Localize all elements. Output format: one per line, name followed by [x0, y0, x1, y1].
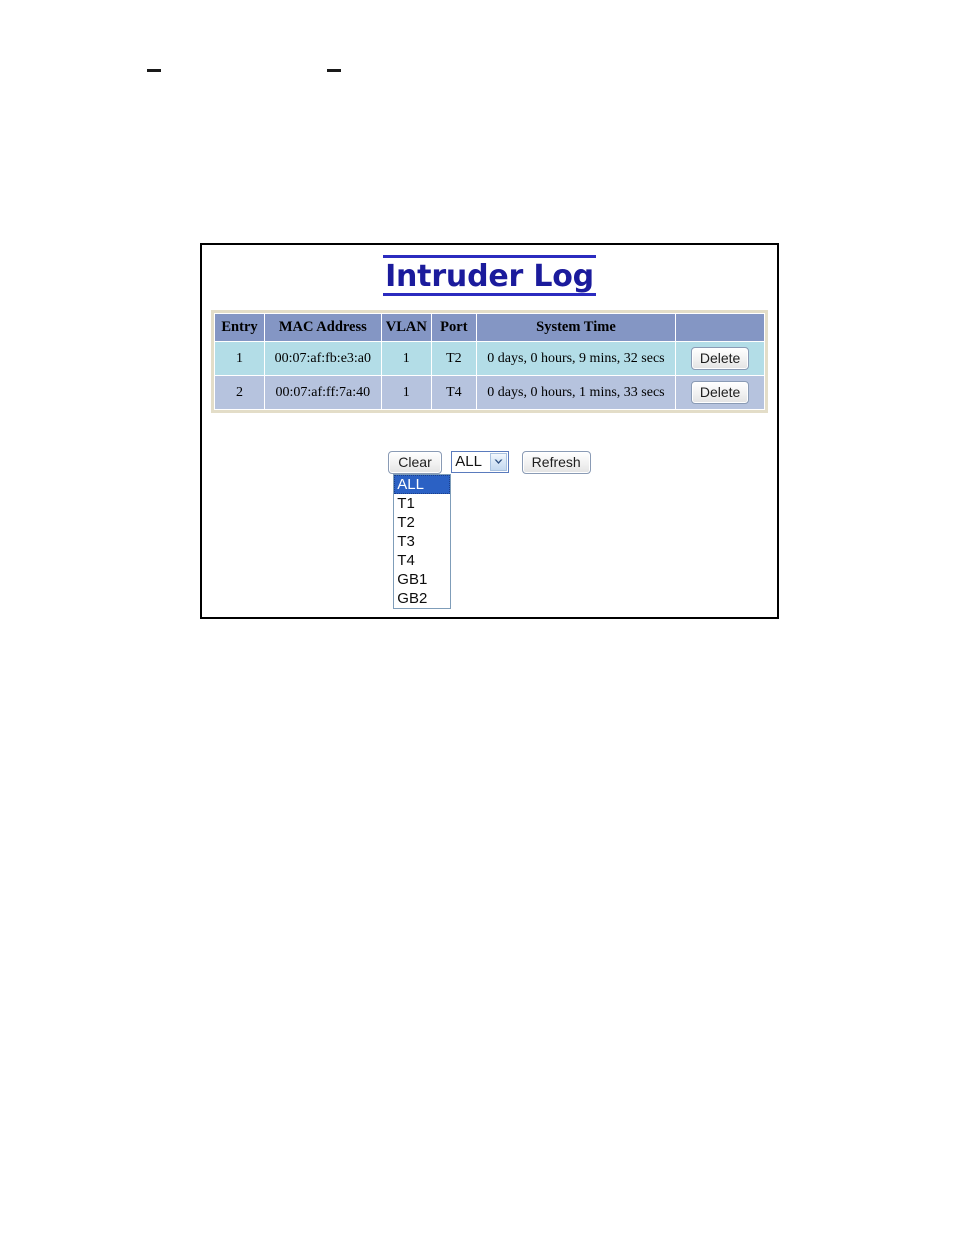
table-header: Entry MAC Address VLAN Port System Time [213, 313, 765, 342]
intruder-log-table-container: Entry MAC Address VLAN Port System Time … [211, 310, 768, 413]
table-row: 1 00:07:af:fb:e3:a0 1 T2 0 days, 0 hours… [213, 341, 765, 376]
cell-vlan: 1 [380, 375, 432, 410]
controls-group: Clear ALL Refresh ALL T1 T2 T3 T4 GB1 GB… [388, 451, 591, 609]
delete-button[interactable]: Delete [690, 381, 750, 404]
column-header-entry: Entry [213, 313, 266, 342]
column-header-system-time: System Time [475, 313, 677, 342]
cell-system-time: 0 days, 0 hours, 1 mins, 33 secs [475, 375, 677, 410]
column-header-port: Port [430, 313, 477, 342]
intruder-log-table: Entry MAC Address VLAN Port System Time … [213, 313, 765, 410]
cell-vlan: 1 [380, 341, 432, 376]
cell-port: T2 [430, 341, 477, 376]
table-body: 1 00:07:af:fb:e3:a0 1 T2 0 days, 0 hours… [213, 341, 765, 410]
port-option-t1[interactable]: T1 [394, 494, 450, 513]
delete-button[interactable]: Delete [690, 347, 750, 370]
chevron-down-icon[interactable] [490, 453, 508, 471]
cell-entry: 1 [213, 341, 266, 376]
port-option-t4[interactable]: T4 [394, 551, 450, 570]
column-header-action [675, 313, 765, 342]
refresh-button[interactable]: Refresh [521, 451, 591, 474]
intruder-log-panel: Intruder Log Entry MAC Address VLAN Port… [200, 243, 779, 619]
port-option-t2[interactable]: T2 [394, 513, 450, 532]
column-header-vlan: VLAN [380, 313, 432, 342]
cell-entry: 2 [213, 375, 266, 410]
top-dash-mark-right [327, 69, 341, 72]
cell-action: Delete [675, 375, 765, 410]
port-option-gb2[interactable]: GB2 [394, 589, 450, 608]
page-title: Intruder Log [383, 255, 596, 296]
cell-mac-address: 00:07:af:ff:7a:40 [264, 375, 382, 410]
port-filter-option-list[interactable]: ALL T1 T2 T3 T4 GB1 GB2 [393, 474, 452, 609]
cell-mac-address: 00:07:af:fb:e3:a0 [264, 341, 382, 376]
port-option-gb1[interactable]: GB1 [394, 570, 450, 589]
page-title-container: Intruder Log [202, 255, 777, 296]
controls-row: Clear ALL Refresh ALL T1 T2 T3 T4 GB1 GB… [202, 451, 777, 609]
column-header-mac-address: MAC Address [264, 313, 382, 342]
cell-action: Delete [675, 341, 765, 376]
port-filter-select[interactable]: ALL [451, 451, 510, 473]
table-header-row: Entry MAC Address VLAN Port System Time [213, 313, 765, 342]
table-row: 2 00:07:af:ff:7a:40 1 T4 0 days, 0 hours… [213, 375, 765, 410]
cell-system-time: 0 days, 0 hours, 9 mins, 32 secs [475, 341, 677, 376]
port-option-all[interactable]: ALL [394, 475, 451, 494]
top-dash-mark-left [147, 69, 161, 72]
cell-port: T4 [430, 375, 477, 410]
port-filter-selected-value: ALL [455, 453, 482, 470]
clear-button[interactable]: Clear [388, 451, 442, 474]
port-option-t3[interactable]: T3 [394, 532, 450, 551]
